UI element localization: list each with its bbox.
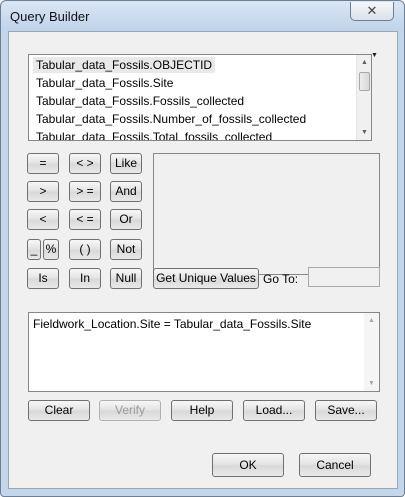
query-builder-window: Query Builder ✕ Tabular_data_Fossils.OBJ… (0, 0, 405, 497)
less-equal-button[interactable]: < = (69, 209, 101, 230)
sql-expression-box[interactable]: Fieldwork_Location.Site = Tabular_data_F… (28, 312, 380, 392)
expression-scrollbar[interactable]: ▲ ▼ (364, 313, 379, 391)
and-button[interactable]: And (110, 181, 142, 202)
equals-button[interactable]: = (27, 153, 59, 174)
underscore-wildcard-button[interactable]: _ (27, 239, 41, 260)
clear-button[interactable]: Clear (28, 400, 90, 421)
like-button[interactable]: Like (110, 153, 142, 174)
save-button[interactable]: Save... (315, 400, 377, 421)
greater-equal-button[interactable]: > = (69, 181, 101, 202)
field-list-item[interactable]: Tabular_data_Fossils.Total_fossils_colle… (33, 129, 275, 140)
get-unique-values-button[interactable]: Get Unique Values (153, 268, 259, 289)
ok-button[interactable]: OK (212, 453, 284, 477)
scroll-up-arrow-icon[interactable]: ▲ (364, 313, 379, 328)
load-button[interactable]: Load... (243, 400, 305, 421)
field-list[interactable]: Tabular_data_Fossils.OBJECTID Tabular_da… (28, 54, 372, 141)
field-list-item[interactable]: Tabular_data_Fossils.Site (33, 75, 176, 91)
sql-expression-text[interactable]: Fieldwork_Location.Site = Tabular_data_F… (33, 317, 311, 331)
field-list-item[interactable]: Tabular_data_Fossils.OBJECTID (33, 57, 216, 73)
goto-label: Go To: (263, 272, 299, 286)
close-button[interactable]: ✕ (350, 2, 394, 21)
less-than-button[interactable]: < (27, 209, 59, 230)
scroll-down-arrow-icon[interactable]: ▼ (357, 125, 371, 140)
scroll-up-arrow-icon[interactable]: ▲ (357, 55, 371, 70)
not-button[interactable]: Not (110, 239, 142, 260)
parentheses-button[interactable]: ( ) (69, 239, 101, 260)
in-button[interactable]: In (69, 268, 101, 289)
window-title: Query Builder (10, 9, 90, 24)
title-bar[interactable]: Query Builder ✕ (1, 1, 404, 31)
unique-values-list[interactable] (153, 153, 380, 275)
is-button[interactable]: Is (27, 268, 59, 289)
field-list-item[interactable]: Tabular_data_Fossils.Number_of_fossils_c… (33, 111, 309, 127)
percent-wildcard-button[interactable]: % (43, 239, 59, 260)
field-list-dropdown-icon[interactable]: ▼ (371, 52, 378, 59)
not-equals-button[interactable]: < > (69, 153, 101, 174)
null-button[interactable]: Null (110, 268, 142, 289)
field-list-scrollbar[interactable]: ▲ ▼ (356, 55, 371, 140)
dialog-client-area: Tabular_data_Fossils.OBJECTID Tabular_da… (8, 31, 398, 489)
greater-than-button[interactable]: > (27, 181, 59, 202)
verify-button[interactable]: Verify (99, 400, 161, 421)
goto-input[interactable] (308, 267, 380, 287)
or-button[interactable]: Or (110, 209, 142, 230)
cancel-button[interactable]: Cancel (299, 453, 371, 477)
close-icon: ✕ (366, 3, 378, 18)
scroll-thumb[interactable] (359, 72, 370, 91)
field-list-item[interactable]: Tabular_data_Fossils.Fossils_collected (33, 93, 247, 109)
scroll-down-arrow-icon[interactable]: ▼ (364, 376, 379, 391)
help-button[interactable]: Help (171, 400, 233, 421)
